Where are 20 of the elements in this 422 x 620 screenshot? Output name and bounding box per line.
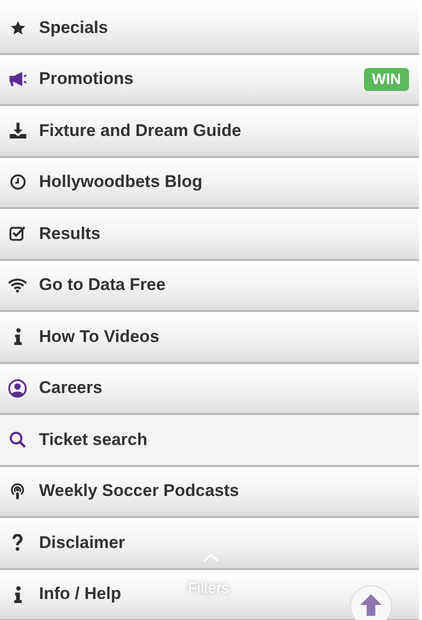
menu-item[interactable]: Weekly Soccer Podcasts [0, 466, 419, 518]
megaphone-icon [8, 71, 27, 88]
checkbox-icon [9, 225, 26, 242]
question-icon [12, 534, 23, 552]
menu-item[interactable]: Careers [0, 364, 419, 415]
download-icon [8, 122, 26, 140]
menu-item[interactable]: Go to Data Free [0, 260, 419, 312]
info-icon [14, 328, 22, 346]
arrow-up-icon [358, 592, 384, 618]
user-icon [8, 378, 27, 398]
info-icon [14, 586, 22, 603]
win-badge: WIN [364, 68, 409, 91]
menu-item[interactable]: Hollywoodbets Blog [0, 158, 419, 209]
menu-item[interactable]: Promotions WIN [0, 54, 419, 106]
clock-icon [10, 174, 26, 190]
star-icon [10, 20, 26, 36]
search-icon [9, 431, 26, 448]
menu-item[interactable]: Ticket search [0, 415, 419, 466]
wifi-icon [8, 278, 27, 293]
podcast-icon [9, 482, 26, 501]
